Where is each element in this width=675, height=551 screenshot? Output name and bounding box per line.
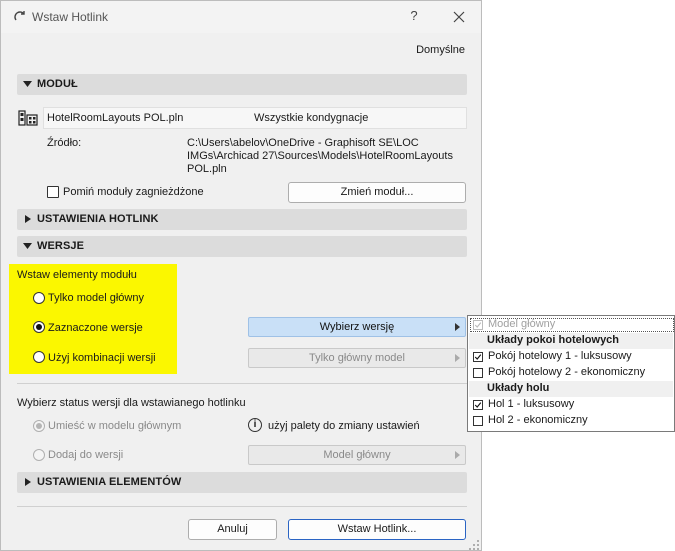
menu-item-label: Pokój hotelowy 2 - ekonomiczny <box>488 366 646 378</box>
module-section-header[interactable]: MODUŁ <box>17 74 467 95</box>
menu-item-room-2[interactable]: Pokój hotelowy 2 - ekonomiczny <box>469 365 673 381</box>
check-icon <box>473 400 483 410</box>
add-to-version-label: Dodaj do wersji <box>48 449 124 461</box>
window-title: Wstaw Hotlink <box>32 10 109 24</box>
divider <box>17 383 467 384</box>
checkbox <box>473 368 483 378</box>
insert-elements-label: Wstaw elementy modułu <box>17 269 137 281</box>
divider <box>17 506 467 507</box>
menu-item-main-model[interactable]: Model główny <box>469 317 674 333</box>
palette-info-text: użyj palety do zmiany ustawień <box>268 420 420 432</box>
menu-item-label: Pokój hotelowy 1 - luksusowy <box>488 350 632 362</box>
source-path-line-2: IMGs\Archicad 27\Sources\Models\HotelRoo… <box>187 150 453 162</box>
check-icon <box>473 352 483 362</box>
combination-radio[interactable] <box>33 351 45 363</box>
preset-label[interactable]: Domyślne <box>416 44 465 56</box>
choose-version-label: Wybierz wersję <box>319 321 395 333</box>
menu-item-hall-2[interactable]: Hol 2 - ekonomiczny <box>469 413 673 429</box>
info-icon: i <box>248 418 262 432</box>
menu-group-title: Układy pokoi hotelowych <box>487 334 620 346</box>
versions-section-header[interactable]: WERSJE <box>17 236 467 257</box>
checkbox <box>473 416 483 426</box>
source-path-line-1: C:\Users\abelov\OneDrive - Graphisoft SE… <box>187 137 419 149</box>
module-file-icon <box>18 110 38 126</box>
triangle-down-icon <box>23 81 32 87</box>
close-icon[interactable] <box>449 8 469 26</box>
source-path-line-3: POL.pln <box>187 163 227 175</box>
change-module-button[interactable]: Zmień moduł... <box>288 182 466 203</box>
triangle-right-icon <box>455 354 460 362</box>
resize-grip-icon[interactable] <box>468 539 480 551</box>
triangle-down-icon <box>23 243 32 249</box>
element-settings-section-header[interactable]: USTAWIENIA ELEMENTÓW <box>17 472 467 493</box>
menu-item-label: Model główny <box>488 318 556 330</box>
combination-label: Użyj kombinacji wersji <box>48 352 156 364</box>
triangle-right-icon <box>455 451 460 459</box>
section-label: MODUŁ <box>37 78 78 90</box>
main-model-only-popup-label: Tylko główny model <box>309 352 405 364</box>
hotlink-settings-section-header[interactable]: USTAWIENIA HOTLINK <box>17 209 467 230</box>
module-file-row: HotelRoomLayouts POL.pln Wszystkie kondy… <box>43 107 467 129</box>
menu-group-header: Układy pokoi hotelowych <box>469 333 673 349</box>
insert-hotlink-dialog: Wstaw Hotlink ? Domyślne MODUŁ HotelRoom… <box>0 0 482 551</box>
choose-version-popup[interactable]: Wybierz wersję <box>248 317 466 337</box>
skip-nested-checkbox[interactable] <box>47 186 59 198</box>
skip-nested-label: Pomiń moduły zagnieżdżone <box>63 186 204 198</box>
menu-item-label: Hol 1 - luksusowy <box>488 398 575 410</box>
menu-group-header: Układy holu <box>469 381 673 397</box>
module-stories: Wszystkie kondygnacje <box>254 112 369 124</box>
help-button[interactable]: ? <box>404 8 424 26</box>
title-bar: Wstaw Hotlink ? <box>1 1 481 33</box>
section-label: WERSJE <box>37 240 85 252</box>
section-label: USTAWIENIA ELEMENTÓW <box>37 476 182 488</box>
triangle-right-icon <box>25 478 31 486</box>
add-to-version-radio[interactable] <box>33 449 45 461</box>
selected-versions-label: Zaznaczone wersje <box>48 322 143 334</box>
version-menu: Model główny Układy pokoi hotelowych Pok… <box>467 315 675 432</box>
module-file-name: HotelRoomLayouts POL.pln <box>47 112 184 124</box>
menu-item-room-1[interactable]: Pokój hotelowy 1 - luksusowy <box>469 349 673 365</box>
cancel-button[interactable]: Anuluj <box>188 519 277 540</box>
place-in-main-label: Umieść w modelu głównym <box>48 420 182 432</box>
target-version-popup[interactable]: Model główny <box>248 445 466 465</box>
main-model-only-label: Tylko model główny <box>48 292 144 304</box>
main-model-only-radio[interactable] <box>33 292 45 304</box>
source-label: Źródło: <box>47 137 82 149</box>
insert-hotlink-button[interactable]: Wstaw Hotlink... <box>288 519 466 540</box>
menu-group-title: Układy holu <box>487 382 550 394</box>
selected-versions-radio[interactable] <box>33 321 45 333</box>
section-label: USTAWIENIA HOTLINK <box>37 213 159 225</box>
place-in-main-radio[interactable] <box>33 420 45 432</box>
menu-item-label: Hol 2 - ekonomiczny <box>488 414 588 426</box>
refresh-icon <box>14 11 25 21</box>
triangle-right-icon <box>455 323 460 331</box>
triangle-right-icon <box>25 215 31 223</box>
version-status-label: Wybierz status wersji dla wstawianego ho… <box>17 397 246 409</box>
menu-item-hall-1[interactable]: Hol 1 - luksusowy <box>469 397 673 413</box>
main-model-popup-label: Model główny <box>323 449 391 461</box>
check-icon <box>473 320 483 330</box>
combination-popup[interactable]: Tylko główny model <box>248 348 466 368</box>
